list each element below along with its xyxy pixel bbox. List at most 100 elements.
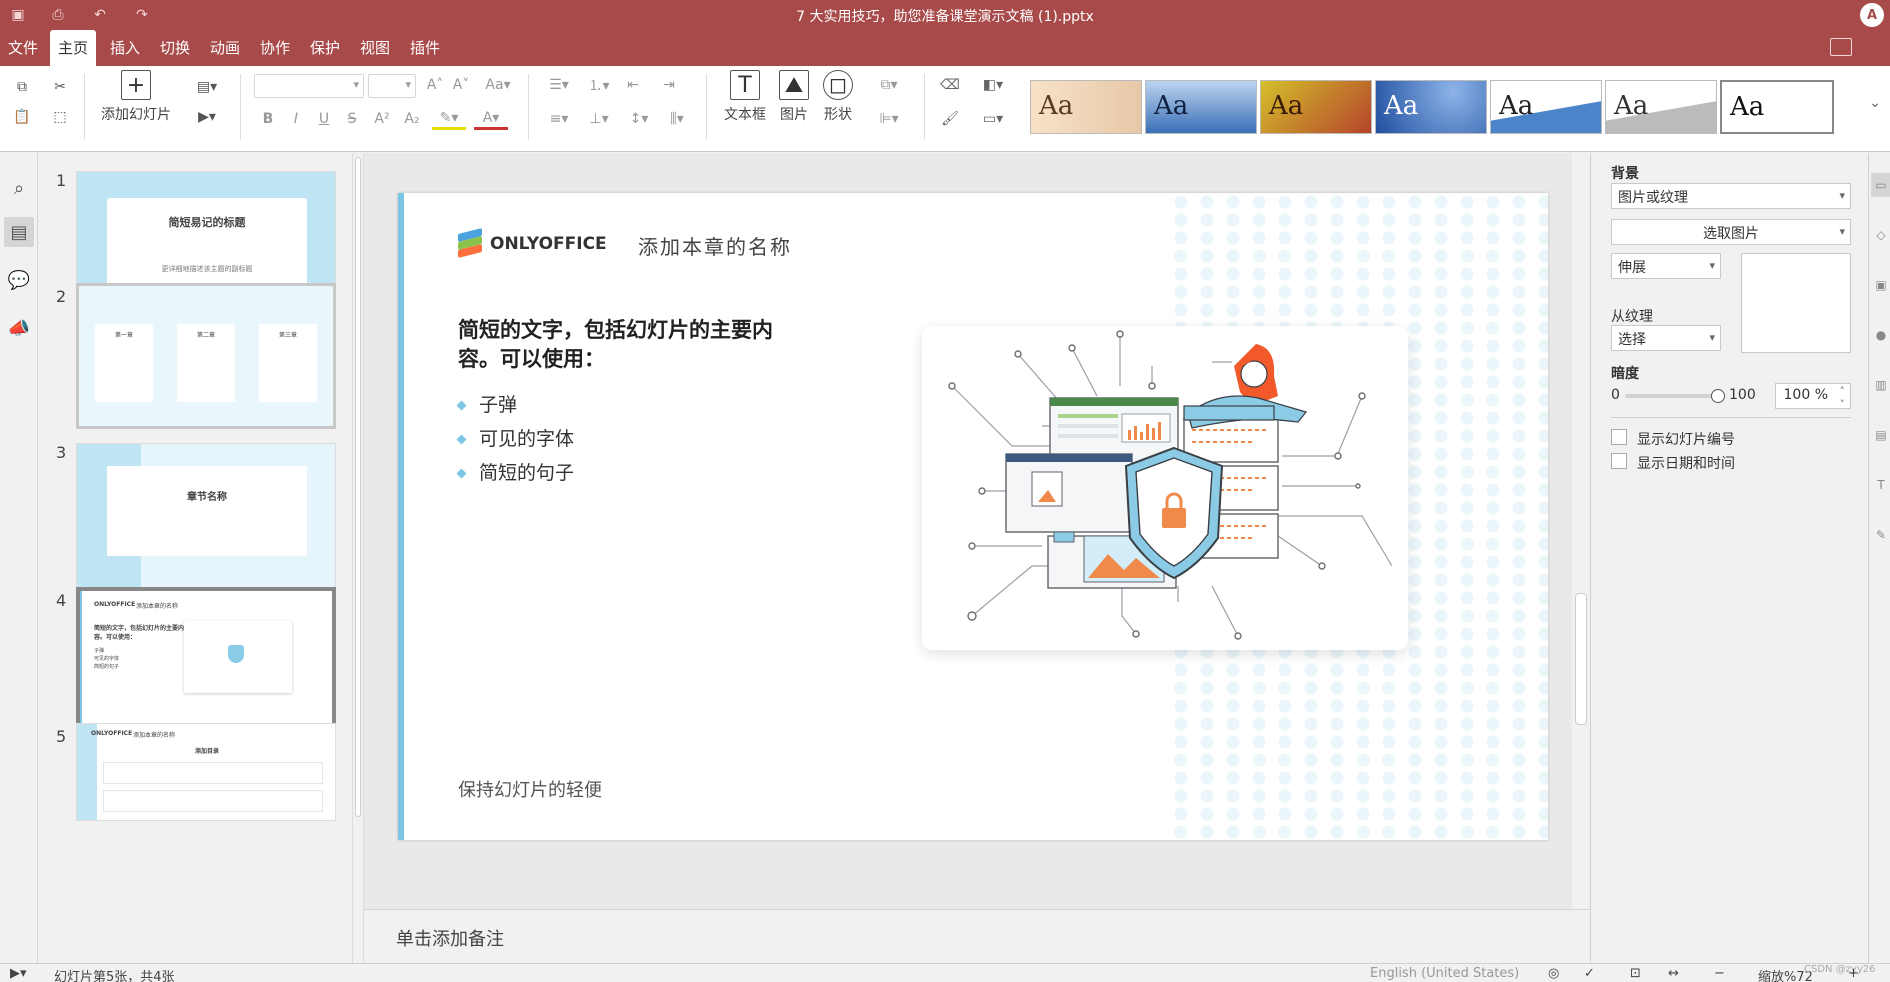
tab-plugins[interactable]: 插件 — [402, 30, 448, 66]
copy-style-icon[interactable]: 🖌 — [938, 108, 962, 130]
superscript-button[interactable]: A² — [370, 108, 394, 130]
image-button[interactable]: ⛰ 图片 — [774, 70, 814, 124]
thumbnail-slide-4[interactable]: ONLYOFFICE 添加本章的名称 简短的文字，包括幻灯片的主要内容。可以使用… — [76, 587, 336, 743]
theme-4[interactable]: Aa — [1375, 80, 1487, 134]
bold-button[interactable]: B — [258, 108, 278, 130]
fit-slide-icon[interactable]: ⊡ — [1630, 966, 1641, 981]
bullet-text: 可见的字体 — [479, 428, 575, 450]
font-name-combo[interactable]: ▾ — [254, 74, 364, 98]
increase-indent-icon[interactable]: ⇥ — [658, 74, 680, 96]
tab-home[interactable]: 主页 — [50, 30, 96, 66]
fill-type-select[interactable]: 图片或纹理 ▾ — [1611, 183, 1851, 209]
font-size-combo[interactable]: ▾ — [368, 74, 416, 98]
decrease-indent-icon[interactable]: ⇤ — [622, 74, 644, 96]
more-themes-icon[interactable]: ⌄ — [1866, 92, 1884, 114]
select-all-icon[interactable]: ⬚ — [48, 106, 72, 128]
theme-1[interactable]: Aa — [1030, 80, 1142, 134]
security-illustration[interactable] — [922, 326, 1408, 650]
font-color-icon[interactable]: A▾ — [474, 108, 508, 130]
current-slide[interactable]: ONLYOFFICE 添加本章的名称 简短的文字，包括幻灯片的主要内容。可以使用… — [398, 193, 1548, 840]
copy-icon[interactable]: ⧉ — [10, 76, 34, 98]
texture-select[interactable]: 选择 ▾ — [1611, 325, 1721, 351]
align-shape-icon[interactable]: ⊫▾ — [872, 108, 906, 130]
slide-settings-icon[interactable]: ▭ — [1871, 173, 1890, 197]
tab-file[interactable]: 文件 — [0, 30, 46, 66]
thumbnails-scrollbar[interactable] — [352, 153, 364, 963]
chapter-name[interactable]: 添加本章的名称 — [638, 231, 792, 260]
transparency-input[interactable]: 100 % ˄ ˅ — [1775, 383, 1851, 411]
theme-6[interactable]: Aa — [1605, 80, 1717, 134]
thumbnail-slide-5[interactable]: ONLYOFFICE 添加本章的名称 添加目录 — [76, 723, 336, 821]
theme-3[interactable]: Aa — [1260, 80, 1372, 134]
tab-insert[interactable]: 插入 — [102, 30, 148, 66]
user-avatar[interactable]: A — [1860, 3, 1884, 27]
language-select[interactable]: English (United States) — [1370, 966, 1519, 981]
search-icon[interactable]: ⌕ — [4, 173, 34, 203]
shape-button[interactable]: ◻ 形状 — [818, 70, 858, 124]
open-location-icon[interactable] — [1830, 38, 1852, 56]
change-case-icon[interactable]: Aa▾ — [478, 74, 518, 96]
image-settings-icon[interactable]: ▣ — [1871, 273, 1890, 297]
slide-layout-icon[interactable]: ▤▾ — [190, 76, 224, 98]
slide-footer[interactable]: 保持幻灯片的轻便 — [458, 776, 602, 802]
thumbnail-slide-3[interactable]: 章节名称 — [76, 443, 336, 589]
slide-heading[interactable]: 简短的文字，包括幻灯片的主要内容。可以使用： — [458, 315, 798, 373]
vertical-align-icon[interactable]: ⊥▾ — [582, 108, 616, 130]
numbering-icon[interactable]: ⒈▾ — [582, 74, 616, 96]
select-image-button[interactable]: 选取图片 ▾ — [1611, 219, 1851, 245]
paste-icon[interactable]: 📋 — [10, 106, 34, 128]
chart-settings-icon[interactable]: ● — [1871, 323, 1890, 347]
thumbnail-slide-2[interactable]: 第一章 第二章 第三章 — [76, 283, 336, 429]
signature-settings-icon[interactable]: ✎ — [1871, 523, 1890, 547]
shape-settings-icon[interactable]: ◇ — [1871, 223, 1890, 247]
arrange-icon[interactable]: ⧉▾ — [872, 74, 906, 96]
tab-transitions[interactable]: 切换 — [152, 30, 198, 66]
notes-pane[interactable]: 单击添加备注 — [364, 909, 1590, 963]
transparency-slider-handle[interactable] — [1711, 389, 1725, 403]
tab-protection[interactable]: 保护 — [302, 30, 348, 66]
zoom-out-icon[interactable]: − — [1714, 966, 1725, 981]
cut-icon[interactable]: ✂ — [48, 76, 72, 98]
globe-icon[interactable]: ◎ — [1548, 966, 1559, 981]
zoom-in-icon[interactable]: + — [1848, 966, 1859, 981]
slides-panel-icon[interactable]: ▤ — [4, 217, 34, 247]
slide-size-icon[interactable]: ▭▾ — [976, 108, 1010, 130]
line-spacing-icon[interactable]: ↕▾ — [622, 108, 656, 130]
tab-view[interactable]: 视图 — [352, 30, 398, 66]
slide-show-icon[interactable]: ▶▾ — [190, 106, 224, 128]
stretch-select[interactable]: 伸展 ▾ — [1611, 253, 1721, 279]
tab-collaboration[interactable]: 协作 — [252, 30, 298, 66]
text-settings-icon[interactable]: ▤ — [1871, 423, 1890, 447]
theme-5[interactable]: Aa — [1490, 80, 1602, 134]
add-slide-button[interactable]: + 添加幻灯片 — [98, 70, 174, 124]
textbox-button[interactable]: T 文本框 — [720, 70, 770, 124]
increase-font-icon[interactable]: A˄ — [424, 74, 446, 96]
bullet-list[interactable]: 子弹 可见的字体 简短的句子 — [456, 388, 575, 490]
underline-button[interactable]: U — [314, 108, 334, 130]
clear-style-icon[interactable]: ⌫ — [938, 74, 962, 96]
strikethrough-button[interactable]: S — [342, 108, 362, 130]
spellcheck-icon[interactable]: ✓ — [1584, 966, 1595, 981]
fit-width-icon[interactable]: ↔ — [1668, 966, 1679, 981]
show-slide-number-checkbox[interactable] — [1611, 429, 1627, 445]
play-icon[interactable]: ▶▾ — [10, 966, 27, 981]
theme-2[interactable]: Aa — [1145, 80, 1257, 134]
comments-icon[interactable]: 💬 — [4, 265, 34, 295]
italic-button[interactable]: I — [286, 108, 306, 130]
transparency-slider[interactable] — [1625, 394, 1717, 398]
slide-info: 幻灯片第5张，共4张 — [54, 970, 175, 982]
bullets-icon[interactable]: ☰▾ — [542, 74, 576, 96]
tab-animation[interactable]: 动画 — [202, 30, 248, 66]
table-settings-icon[interactable]: ▥ — [1871, 373, 1890, 397]
subscript-button[interactable]: A₂ — [400, 108, 424, 130]
align-left-icon[interactable]: ≡▾ — [542, 108, 576, 130]
highlight-color-icon[interactable]: ✎▾ — [432, 108, 466, 130]
slide-vertical-scrollbar[interactable] — [1572, 153, 1590, 909]
theme-7[interactable]: Aa — [1720, 80, 1834, 134]
feedback-icon[interactable]: 📣 — [4, 313, 34, 343]
color-scheme-icon[interactable]: ◧▾ — [976, 74, 1010, 96]
show-date-time-checkbox[interactable] — [1611, 453, 1627, 469]
decrease-font-icon[interactable]: A˅ — [450, 74, 472, 96]
textart-settings-icon[interactable]: T — [1871, 473, 1890, 497]
columns-icon[interactable]: ⫼▾ — [660, 108, 694, 130]
